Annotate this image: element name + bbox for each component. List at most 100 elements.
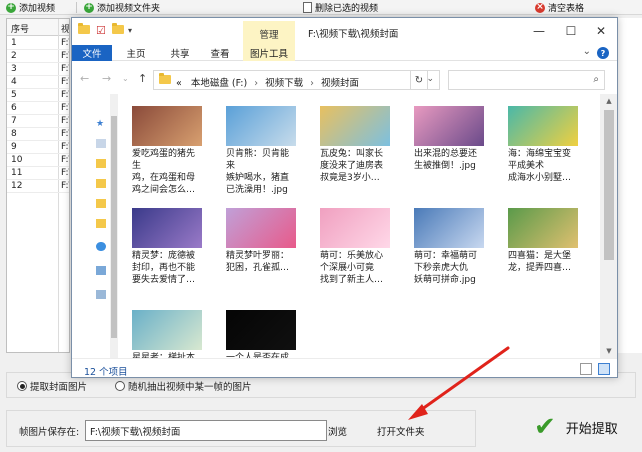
- table-row[interactable]: 12 F:\: [7, 180, 69, 193]
- file-name-line: 精灵梦：庞德被: [132, 251, 196, 261]
- tab-view[interactable]: 查看: [200, 45, 240, 61]
- scrollbar-thumb[interactable]: [111, 116, 117, 338]
- file-name-line: 贝肯熊：贝肯能: [226, 149, 290, 159]
- forward-arrow-icon[interactable]: →: [102, 72, 111, 85]
- file-item[interactable]: 海：海绵宝宝变 平成美术 成海水小别墅…: [500, 98, 592, 198]
- table-row[interactable]: 11 F:\: [7, 167, 69, 180]
- file-name: 精灵梦：庞德被 封印，再也不能 要失去爱情了…: [132, 250, 214, 286]
- file-item[interactable]: 星星者：梯扯本: [124, 302, 216, 358]
- table-row[interactable]: 1 F:\: [7, 37, 69, 50]
- file-item[interactable]: 瓦皮兔：叫家长 度没来了迪房表 叔竟是3岁小…: [312, 98, 404, 198]
- table-row[interactable]: 6 F:\: [7, 102, 69, 115]
- file-item[interactable]: 爱吃鸡蛋的猪先生鸡，在鸡蛋和母 鸡之间会怎么…: [124, 98, 216, 198]
- scroll-down-icon[interactable]: ▼: [600, 344, 617, 358]
- video-table[interactable]: 序号 视 1 F:\ 2 F:\ 3 F:\ 4 F:\ 5 F:\ 6 F:\ 7 F:\ 8 F:\ 9 F:…: [6, 18, 70, 353]
- file-item[interactable]: 精灵梦叶罗丽： 犯困，孔雀孤…: [218, 200, 310, 300]
- file-name-line: 嫉妒喝水，猪直: [226, 173, 290, 183]
- file-item[interactable]: 一个人是否在成: [218, 302, 310, 358]
- folder-icon[interactable]: [96, 159, 106, 168]
- file-list-scrollbar[interactable]: ▲ ▼: [600, 94, 617, 358]
- folder-icon[interactable]: [96, 219, 106, 228]
- file-name-line: 爱吃鸡蛋的猪先: [132, 149, 196, 159]
- row-index: 8: [11, 129, 17, 139]
- tab-home[interactable]: 主页: [116, 45, 156, 61]
- table-row[interactable]: 7 F:\: [7, 115, 69, 128]
- col-video-header: 视: [61, 25, 70, 35]
- breadcrumb-item[interactable]: 视频下载: [265, 78, 303, 89]
- this-pc-icon[interactable]: [96, 266, 106, 275]
- file-item[interactable]: 萌可：幸福萌可 下秒亲虎大仇 妖萌可拼命.jpg: [406, 200, 498, 300]
- row-index: 6: [11, 103, 17, 113]
- maximize-button[interactable]: ☐: [556, 21, 586, 41]
- table-header: 序号 视: [7, 19, 69, 36]
- file-name: 贝肯熊：贝肯能来嫉妒喝水，猪直 已洗澡用！.jpg: [226, 148, 308, 196]
- file-name: 瓦皮兔：叫家长 度没来了迪房表 叔竟是3岁小…: [320, 148, 402, 184]
- open-folder-button[interactable]: 打开文件夹: [377, 424, 425, 438]
- checkbox-icon[interactable]: ☑: [96, 25, 106, 37]
- row-video-path: F:\: [61, 103, 69, 113]
- table-row[interactable]: 4 F:\: [7, 76, 69, 89]
- minimize-button[interactable]: —: [524, 21, 554, 41]
- row-index: 3: [11, 64, 17, 74]
- row-index: 4: [11, 77, 17, 87]
- file-name-line: 来: [226, 161, 236, 171]
- address-row: ← → ⌄ ↑ « 本地磁盘 (F:) › 视频下载 › 视频封面 ⌄ ↻ ⌕: [72, 64, 617, 94]
- up-arrow-icon[interactable]: ↑: [138, 72, 147, 85]
- clear-table-button[interactable]: × 清空表格: [535, 1, 584, 14]
- table-row[interactable]: 10 F:\: [7, 154, 69, 167]
- tab-share[interactable]: 共享: [160, 45, 200, 61]
- add-folder-label: 添加视频文件夹: [97, 4, 161, 14]
- scroll-up-icon[interactable]: ▲: [600, 94, 617, 108]
- help-icon[interactable]: ?: [597, 47, 609, 59]
- address-bar[interactable]: « 本地磁盘 (F:) › 视频下载 › 视频封面 ⌄: [153, 70, 440, 90]
- radio-random-frame[interactable]: 随机抽出视频中某一帧的图片: [115, 379, 252, 393]
- folder-icon[interactable]: [96, 199, 106, 208]
- file-name-line: 生被推倒！.jpg: [414, 161, 476, 171]
- table-row[interactable]: 3 F:\: [7, 63, 69, 76]
- radio-selected-icon: [17, 381, 27, 391]
- table-row[interactable]: 2 F:\: [7, 50, 69, 63]
- tab-manage[interactable]: 管理: [243, 21, 295, 46]
- file-item[interactable]: 四喜猫：是大堡 龙，提弄四喜…: [500, 200, 592, 300]
- breadcrumb-item[interactable]: 本地磁盘 (F:): [191, 78, 247, 89]
- file-item[interactable]: 精灵梦：庞德被 封印，再也不能 要失去爱情了…: [124, 200, 216, 300]
- back-arrow-icon[interactable]: ←: [80, 72, 89, 85]
- refresh-button[interactable]: ↻: [410, 70, 428, 90]
- add-video-button[interactable]: + 添加视频: [6, 1, 55, 14]
- file-item[interactable]: 萌可：乐美放心 个深展小可竟 找到了新主人…: [312, 200, 404, 300]
- table-row[interactable]: 9 F:\: [7, 141, 69, 154]
- row-video-path: F:\: [61, 51, 69, 61]
- table-row[interactable]: 8 F:\: [7, 128, 69, 141]
- large-icons-view-icon[interactable]: [598, 363, 610, 375]
- delete-selected-button[interactable]: 删除已选的视频: [303, 1, 378, 14]
- quick-access-icon[interactable]: ★: [96, 119, 104, 129]
- browse-button[interactable]: 浏览: [328, 424, 347, 438]
- network-icon[interactable]: [96, 290, 106, 299]
- folder-icon[interactable]: [96, 179, 106, 188]
- file-item[interactable]: 出来混的总要还 生被推倒！.jpg: [406, 98, 498, 198]
- nav-pane-scrollbar[interactable]: [110, 94, 118, 358]
- document-icon[interactable]: [96, 139, 106, 148]
- search-icon: ⌕: [593, 74, 599, 85]
- file-item[interactable]: 贝肯熊：贝肯能来嫉妒喝水，猪直 已洗澡用！.jpg: [218, 98, 310, 198]
- add-folder-button[interactable]: + 添加视频文件夹: [84, 1, 160, 14]
- new-folder-icon[interactable]: [112, 23, 124, 37]
- search-input[interactable]: ⌕: [448, 70, 605, 90]
- file-name-line: 瓦皮兔：叫家长: [320, 149, 384, 159]
- breadcrumb-overflow[interactable]: «: [176, 78, 182, 89]
- start-extract-button[interactable]: ✔ 开始提取: [528, 408, 632, 446]
- recent-dropdown-icon[interactable]: ⌄: [122, 74, 129, 83]
- tab-file[interactable]: 文件: [72, 45, 112, 61]
- details-view-icon[interactable]: [580, 363, 592, 375]
- save-path-field[interactable]: F:\视频下载\视频封面: [85, 420, 327, 441]
- breadcrumb-item[interactable]: 视频封面: [321, 78, 359, 89]
- ribbon-collapse-icon[interactable]: ⌄: [583, 46, 591, 57]
- customize-dropdown-icon[interactable]: ▾: [128, 25, 132, 37]
- tab-picture-tools[interactable]: 图片工具: [243, 45, 295, 61]
- file-name-line: 个深展小可竟: [320, 263, 375, 273]
- close-button[interactable]: ✕: [586, 21, 616, 41]
- onedrive-icon[interactable]: [96, 242, 106, 251]
- table-row[interactable]: 5 F:\: [7, 89, 69, 102]
- scrollbar-thumb[interactable]: [604, 110, 614, 260]
- radio-extract-cover[interactable]: 提取封面图片: [17, 379, 87, 393]
